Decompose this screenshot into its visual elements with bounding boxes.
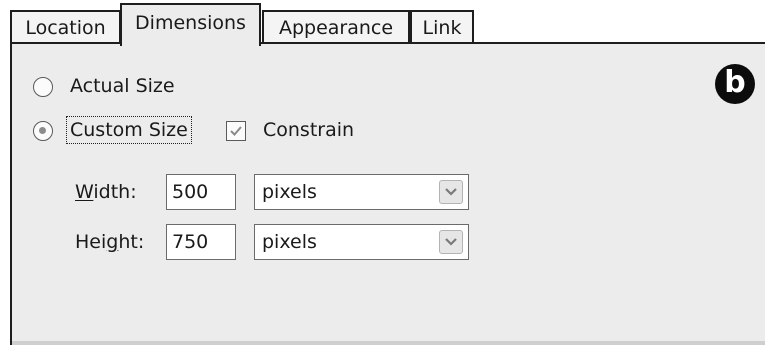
width-label-rest: idth: [93,181,137,203]
height-unit-select[interactable]: pixels [254,224,469,260]
height-mnemonic: g [106,231,119,253]
tab-appearance[interactable]: Appearance [262,10,410,43]
height-unit-dropdown-button[interactable] [439,230,463,254]
tab-dimensions[interactable]: Dimensions [120,3,261,46]
panel-bottom-edge [12,341,765,345]
height-label-pre: Hei [75,231,107,253]
constrain-checkbox[interactable] [226,121,246,141]
check-icon [230,126,242,136]
width-unit-dropdown-button[interactable] [439,180,463,204]
width-mnemonic: W [75,181,94,203]
section-badge-b: b [715,64,755,104]
chevron-down-icon [445,188,457,196]
chevron-down-icon [445,238,457,246]
height-label: Height: [75,230,144,254]
width-label: Width: [75,180,137,204]
tab-strip: Location Dimensions Appearance Link [0,0,765,46]
radio-selected-dot [39,127,46,134]
custom-size-label[interactable]: Custom Size [66,116,192,144]
height-input[interactable] [166,224,236,260]
width-unit-value: pixels [262,181,317,203]
constrain-label[interactable]: Constrain [263,118,354,142]
actual-size-radio[interactable] [33,77,53,97]
actual-size-label[interactable]: Actual Size [70,74,175,98]
custom-size-radio[interactable] [33,121,53,141]
tab-link[interactable]: Link [410,10,474,43]
tab-location[interactable]: Location [10,10,121,43]
width-unit-select[interactable]: pixels [254,174,469,210]
height-unit-value: pixels [262,231,317,253]
width-input[interactable] [166,174,236,210]
height-label-rest: ht: [118,231,145,253]
